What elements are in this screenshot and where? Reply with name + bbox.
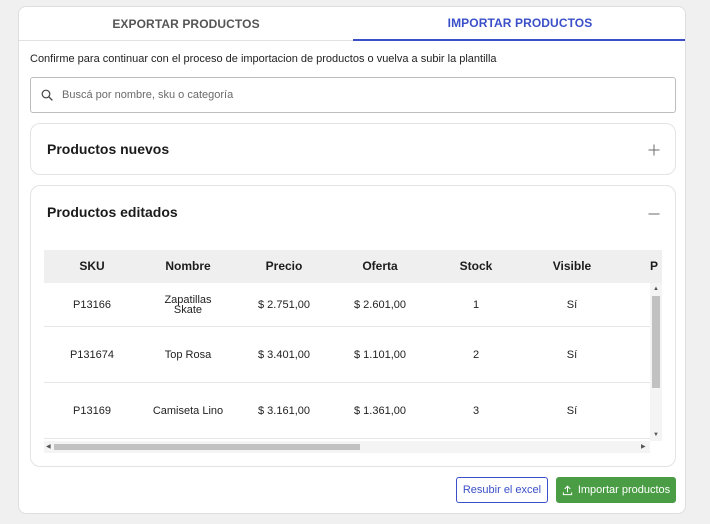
cell-sku: P131674: [69, 348, 115, 361]
resubir-excel-button[interactable]: Resubir el excel: [456, 477, 548, 503]
tab-exportar-productos[interactable]: EXPORTAR PRODUCTOS: [19, 7, 353, 41]
accordion-title: Productos nuevos: [47, 141, 170, 157]
cell-sku: P13166: [73, 298, 111, 311]
cell-oferta: $ 1.361,00: [354, 404, 406, 417]
cell-stock: 3: [472, 404, 480, 417]
vertical-scrollbar[interactable]: ▲ ▼: [650, 283, 662, 441]
table-row[interactable]: P131674 Top Rosa $ 3.401,00 $ 1.101,00 2…: [44, 327, 650, 383]
cell-visible: Sí: [566, 298, 578, 311]
cell-oferta: $ 1.101,00: [354, 348, 406, 361]
column-header-sku: SKU: [79, 259, 105, 273]
table-row[interactable]: P13166 Zapatillas Skate $ 2.751,00 $ 2.6…: [44, 283, 650, 327]
cell-precio: $ 3.161,00: [258, 404, 310, 417]
cell-precio: $ 2.751,00: [258, 298, 310, 311]
edited-products-table: SKU Nombre Precio Oferta Stock Visible P…: [44, 250, 662, 456]
scroll-down-arrow-icon[interactable]: ▼: [653, 432, 659, 438]
search-box: [30, 77, 676, 113]
column-header-visible: Visible: [552, 259, 592, 273]
cell-stock: 2: [472, 348, 480, 361]
instructions-text: Confirme para continuar con el proceso d…: [30, 53, 497, 65]
table-header: SKU Nombre Precio Oferta Stock Visible P: [44, 250, 662, 283]
search-icon: [41, 89, 53, 101]
cell-nombre: Zapatillas Skate: [164, 293, 212, 316]
column-header-precio: Precio: [265, 259, 303, 273]
minus-icon[interactable]: [647, 207, 661, 221]
import-export-card: EXPORTAR PRODUCTOS IMPORTAR PRODUCTOS Co…: [18, 6, 686, 514]
importar-productos-button[interactable]: Importar productos: [556, 477, 676, 503]
horizontal-scrollbar[interactable]: ◀ ▶: [44, 441, 650, 453]
accordion-title: Productos editados: [47, 204, 178, 220]
horizontal-scrollbar-thumb[interactable]: [54, 444, 360, 450]
scroll-right-arrow-icon[interactable]: ▶: [641, 444, 646, 450]
column-header-oferta: Oferta: [362, 259, 398, 273]
cell-visible: Sí: [566, 404, 578, 417]
column-header-stock: Stock: [459, 259, 493, 273]
cell-sku: P13169: [73, 404, 111, 417]
column-header-truncated: P: [650, 259, 659, 273]
cell-nombre: Camiseta Lino: [152, 404, 224, 417]
column-header-nombre: Nombre: [165, 259, 211, 273]
scroll-left-arrow-icon[interactable]: ◀: [46, 444, 51, 450]
tab-bar: EXPORTAR PRODUCTOS IMPORTAR PRODUCTOS: [19, 7, 685, 41]
upload-icon: [562, 484, 572, 495]
cell-nombre: Top Rosa: [164, 348, 212, 361]
cell-stock: 1: [472, 298, 480, 311]
table-row[interactable]: P13169 Camiseta Lino $ 3.161,00 $ 1.361,…: [44, 383, 650, 439]
tab-importar-productos[interactable]: IMPORTAR PRODUCTOS: [353, 7, 685, 41]
cell-oferta: $ 2.601,00: [354, 298, 406, 311]
importar-productos-label: Importar productos: [577, 484, 671, 496]
vertical-scrollbar-thumb[interactable]: [652, 296, 660, 388]
cell-precio: $ 3.401,00: [258, 348, 310, 361]
accordion-productos-nuevos[interactable]: Productos nuevos: [30, 123, 676, 175]
scroll-up-arrow-icon[interactable]: ▲: [653, 286, 659, 292]
plus-icon[interactable]: [647, 143, 661, 157]
accordion-productos-editados[interactable]: Productos editados SKU Nombre Precio Ofe…: [30, 185, 676, 467]
cell-visible: Sí: [566, 348, 578, 361]
search-input[interactable]: [62, 89, 622, 101]
